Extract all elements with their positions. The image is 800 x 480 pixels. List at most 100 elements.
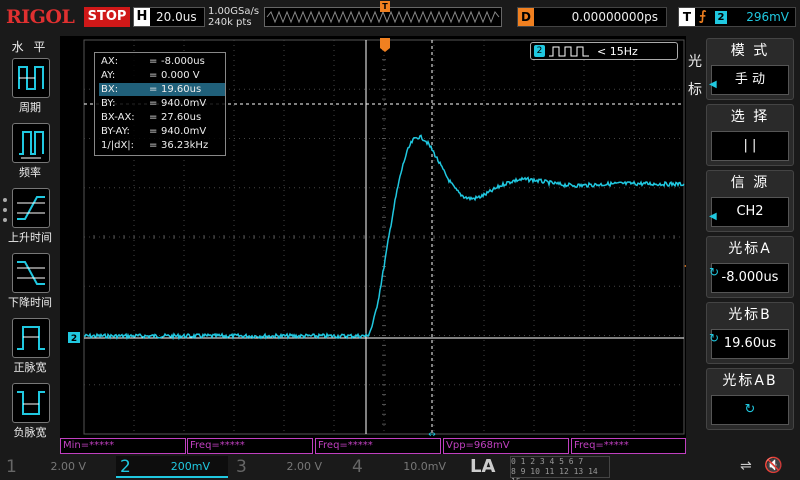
fall-time-icon (17, 261, 45, 285)
select-header: 选 择 (730, 109, 770, 125)
cursor-a-button[interactable]: 光标A -8.000us ↻ (706, 236, 794, 298)
frequency-counter: 2 < 15Hz (530, 42, 678, 60)
trigger-box[interactable]: T ⨍ 2 296mV (678, 7, 796, 27)
source-header: 信 源 (730, 175, 770, 191)
channel-2-number: 2 (120, 457, 131, 477)
menu-title: 光标 (688, 54, 702, 98)
trigger-level: 296mV (746, 10, 789, 24)
negative-width-label: 负脉宽 (13, 426, 47, 439)
cursor-b-header: 光标B (728, 307, 772, 323)
rising-edge-icon: ⨍ (699, 9, 707, 24)
trigger-time-marker (380, 38, 390, 52)
fall-time-label: 下降时间 (8, 296, 52, 309)
horizontal-key: H (134, 8, 150, 26)
cursor-readout-table: AX: = -8.000us AY: = 0.000 V BX: = 19.60us BY:… (94, 52, 226, 156)
trigger-channel: 2 (715, 11, 727, 24)
positive-width-label: 正脉宽 (13, 361, 47, 374)
negative-width-icon (17, 391, 45, 415)
frequency-label: 频率 (19, 166, 41, 179)
scroll-dot (3, 218, 7, 222)
measure-item-4[interactable]: Vpp=968mV (443, 438, 569, 454)
fall-time-button[interactable] (12, 253, 50, 293)
cursor-row-by-ay: BY-AY: = 940.0mV (101, 126, 207, 137)
left-arrow-icon: ◀ (709, 79, 717, 90)
cursor-source-button[interactable]: 信 源 CH2 ◀ (706, 170, 794, 232)
channel-2-scale: 200mV (170, 460, 210, 473)
cursor-select-button[interactable]: 选 择 | | (706, 104, 794, 166)
mode-value: 手 动 (711, 65, 789, 95)
knob-icon: ↻ (709, 331, 720, 345)
channel-4-number: 4 (352, 457, 363, 477)
speaker-muted-icon: 🔇 (764, 456, 783, 474)
horizontal-timebase[interactable]: H 20.0us (133, 7, 205, 27)
delay-value: 0.00000000ps (571, 10, 658, 24)
channel-3-button[interactable]: 3 2.00 V (232, 456, 344, 478)
delay-key: D (518, 8, 534, 26)
channel-1-number: 1 (6, 457, 17, 477)
left-arrow-icon: ◀ (709, 211, 717, 222)
frequency-button[interactable] (12, 123, 50, 163)
rise-time-button[interactable] (12, 188, 50, 228)
la-button[interactable]: LA (470, 456, 495, 477)
cursor-ab-value: ↻ (711, 395, 789, 425)
positive-width-icon (17, 326, 45, 350)
positive-width-button[interactable] (12, 318, 50, 358)
channel-2-button[interactable]: 2 200mV (116, 456, 228, 478)
period-icon (18, 66, 44, 90)
usb-icon: ⇌ (740, 458, 752, 474)
source-value: CH2 (711, 197, 789, 227)
channel-4-scale: 10.0mV (403, 460, 446, 473)
measure-item-5[interactable]: Freq=***** (571, 438, 686, 454)
cursor-row-inv-dx: 1/|dX|: = 36.23kHz (101, 140, 209, 151)
cursor-mode-button[interactable]: 模 式 手 动 ◀ (706, 38, 794, 100)
cursor-row-ay: AY: = 0.000 V (101, 70, 200, 81)
run-stop-indicator[interactable]: STOP (84, 7, 130, 27)
cursor-a-value: -8.000us (711, 263, 789, 293)
cursor-b-position-marker: ↔ (428, 430, 436, 438)
timebase-value: 20.0us (156, 10, 197, 24)
rise-time-icon (17, 196, 45, 220)
measure-category-title: 水 平 (11, 40, 49, 54)
brand-logo: RIGOL (6, 6, 75, 28)
memory-depth: 240k pts (208, 17, 252, 28)
measure-item-1[interactable]: Min=***** (60, 438, 186, 454)
trigger-key: T (679, 8, 695, 26)
measure-item-3[interactable]: Freq=***** (315, 438, 441, 454)
cursor-row-bx: BX: = 19.60us (99, 83, 225, 96)
measure-item-2[interactable]: Freq=***** (187, 438, 313, 454)
sample-info: 1.00GSa/s 240k pts (208, 6, 259, 28)
delay-box[interactable]: D 0.00000000ps (517, 7, 667, 27)
scroll-dot (3, 208, 7, 212)
scroll-dot (3, 198, 7, 202)
knob-icon: ↻ (709, 265, 720, 279)
cursor-b-button[interactable]: 光标B 19.60us ↻ (706, 302, 794, 364)
ch2-ground-label: 2 (71, 334, 77, 344)
channel-1-button[interactable]: 1 2.00 V (2, 456, 114, 478)
knob-icon: ↻ (744, 402, 756, 417)
digital-row-2: 8 9 10 11 12 13 14 15 (511, 467, 598, 480)
digital-channel-indicator: 0 1 2 3 4 5 6 7 8 9 10 11 12 13 14 15 (510, 456, 610, 480)
cursor-row-bx-ax: BX-AX: = 27.60us (101, 112, 202, 123)
cursor-ab-header: 光标AB (722, 373, 778, 389)
counter-channel: 2 (534, 45, 545, 57)
channel-4-button[interactable]: 4 10.0mV (348, 456, 460, 478)
period-button[interactable] (12, 58, 50, 98)
negative-width-button[interactable] (12, 383, 50, 423)
cursor-row-by: BY: = 940.0mV (101, 98, 207, 109)
cursor-a-header: 光标A (728, 241, 772, 257)
cursor-row-ax: AX: = -8.000us (101, 56, 205, 67)
select-value: | | (711, 131, 789, 161)
mode-header: 模 式 (730, 43, 770, 59)
sample-rate: 1.00GSa/s (208, 6, 260, 17)
cursor-b-value: 19.60us (711, 329, 789, 359)
square-wave-icon (549, 46, 589, 57)
digital-row-1: 0 1 2 3 4 5 6 7 (511, 457, 584, 466)
rise-time-label: 上升时间 (8, 231, 52, 244)
period-label: 周期 (19, 101, 41, 114)
counter-value: < 15Hz (597, 45, 638, 58)
frequency-icon (19, 131, 44, 159)
cursor-ab-button[interactable]: 光标AB ↻ (706, 368, 794, 430)
channel-1-scale: 2.00 V (50, 460, 86, 473)
trigger-position-marker: T (380, 1, 390, 12)
channel-3-number: 3 (236, 457, 247, 477)
